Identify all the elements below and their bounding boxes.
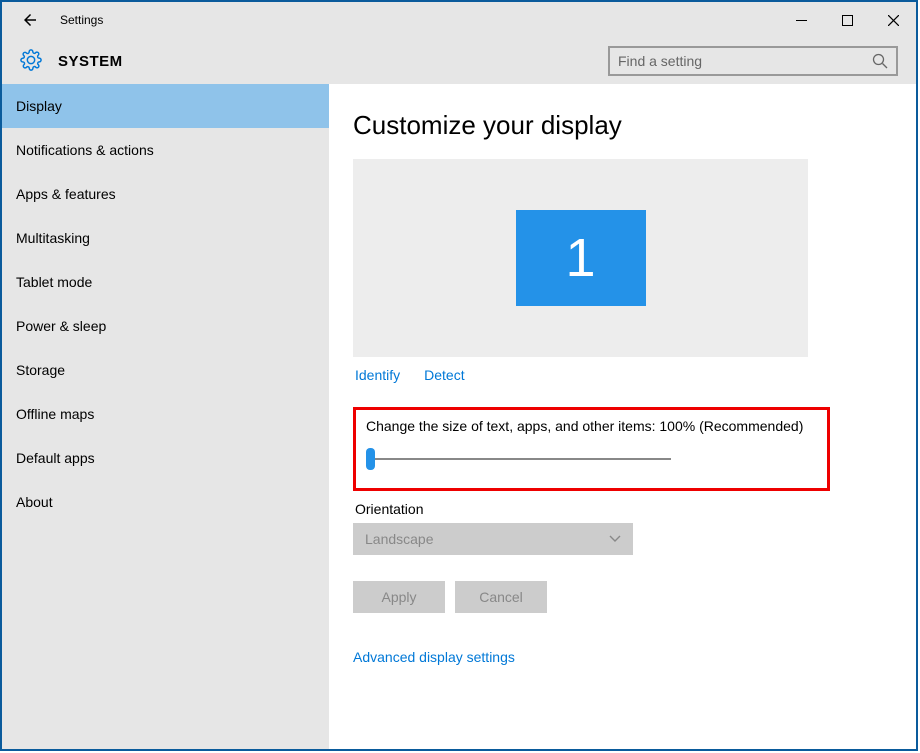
advanced-display-settings-link[interactable]: Advanced display settings <box>353 649 882 665</box>
sidebar-item-display[interactable]: Display <box>2 84 329 128</box>
slider-thumb[interactable] <box>366 448 375 470</box>
orientation-label: Orientation <box>355 501 882 517</box>
arrow-left-icon <box>21 11 39 29</box>
apply-button[interactable]: Apply <box>353 581 445 613</box>
sidebar-item-label: Storage <box>16 362 65 378</box>
identify-link[interactable]: Identify <box>355 367 400 383</box>
scale-slider[interactable] <box>366 448 671 470</box>
sidebar-item-notifications[interactable]: Notifications & actions <box>2 128 329 172</box>
search-box[interactable] <box>608 46 898 76</box>
chevron-down-icon <box>609 535 621 543</box>
maximize-button[interactable] <box>824 5 870 35</box>
back-button[interactable] <box>16 6 44 34</box>
sidebar-item-multitasking[interactable]: Multitasking <box>2 216 329 260</box>
sidebar-item-about[interactable]: About <box>2 480 329 524</box>
close-icon <box>888 15 899 26</box>
sidebar-item-label: Tablet mode <box>16 274 92 290</box>
close-button[interactable] <box>870 5 916 35</box>
sidebar-item-label: Default apps <box>16 450 95 466</box>
sidebar: Display Notifications & actions Apps & f… <box>2 84 329 749</box>
cancel-button[interactable]: Cancel <box>455 581 547 613</box>
sidebar-item-offline-maps[interactable]: Offline maps <box>2 392 329 436</box>
sidebar-item-label: About <box>16 494 53 510</box>
search-input[interactable] <box>618 53 872 69</box>
scale-label: Change the size of text, apps, and other… <box>366 418 817 434</box>
header: SYSTEM <box>2 38 916 84</box>
sidebar-item-label: Multitasking <box>16 230 90 246</box>
slider-track <box>366 458 671 460</box>
system-heading: SYSTEM <box>58 53 123 70</box>
window-title: Settings <box>60 13 103 27</box>
page-title: Customize your display <box>353 110 882 141</box>
sidebar-item-label: Apps & features <box>16 186 116 202</box>
sidebar-item-apps[interactable]: Apps & features <box>2 172 329 216</box>
monitor-preview[interactable]: 1 <box>353 159 808 357</box>
monitor-1[interactable]: 1 <box>516 210 646 306</box>
orientation-dropdown[interactable]: Landscape <box>353 523 633 555</box>
gear-icon <box>20 49 44 73</box>
search-icon <box>872 53 888 69</box>
sidebar-item-storage[interactable]: Storage <box>2 348 329 392</box>
sidebar-item-default-apps[interactable]: Default apps <box>2 436 329 480</box>
sidebar-item-tablet[interactable]: Tablet mode <box>2 260 329 304</box>
sidebar-item-label: Power & sleep <box>16 318 106 334</box>
orientation-value: Landscape <box>365 531 434 547</box>
minimize-icon <box>796 15 807 26</box>
content-area: Customize your display 1 Identify Detect… <box>329 84 916 749</box>
titlebar: Settings <box>2 2 916 38</box>
sidebar-item-label: Offline maps <box>16 406 94 422</box>
sidebar-item-power[interactable]: Power & sleep <box>2 304 329 348</box>
detect-link[interactable]: Detect <box>424 367 464 383</box>
sidebar-item-label: Display <box>16 98 62 114</box>
minimize-button[interactable] <box>778 5 824 35</box>
maximize-icon <box>842 15 853 26</box>
scale-highlight: Change the size of text, apps, and other… <box>353 407 830 491</box>
sidebar-item-label: Notifications & actions <box>16 142 154 158</box>
